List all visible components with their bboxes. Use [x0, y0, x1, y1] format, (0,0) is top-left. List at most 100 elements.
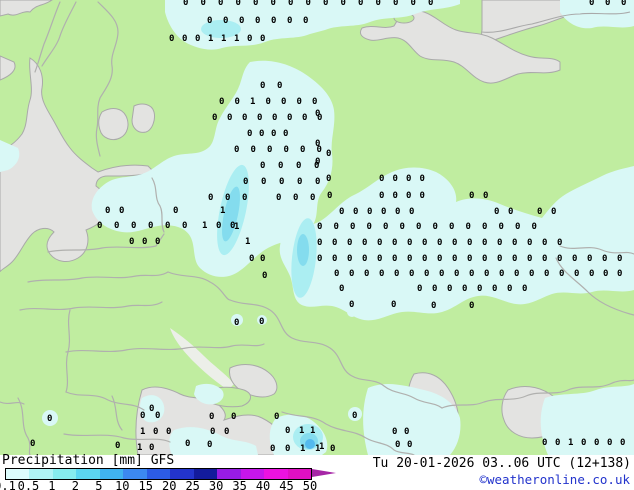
precip-value: 0	[483, 191, 489, 201]
precip-value: 1	[202, 221, 208, 231]
legend-segment-4	[76, 469, 100, 479]
precip-value: 0	[406, 174, 412, 184]
precip-value: 0	[302, 113, 308, 123]
precip-value: 0	[508, 207, 514, 217]
precip-value: 0	[223, 16, 229, 26]
precip-value: 0	[347, 254, 353, 264]
precip-value: 0	[437, 254, 443, 264]
precip-value: 0	[224, 427, 230, 437]
precip-value: 0	[234, 318, 240, 328]
legend-segment-3	[52, 469, 77, 479]
precip-value: 0	[395, 440, 401, 450]
precip-value: 0	[271, 16, 277, 26]
precip-value: 0	[393, 0, 399, 8]
precip-value: 0	[557, 238, 563, 248]
precip-value: 0	[377, 254, 383, 264]
precip-value: 0	[379, 269, 385, 279]
precip-value: 0	[467, 238, 473, 248]
legend-segment-5	[99, 469, 124, 479]
legend-tick: 35	[232, 479, 247, 490]
precip-value: 0	[469, 269, 475, 279]
legend-segment-7	[146, 469, 171, 479]
precip-value: 0	[469, 301, 475, 311]
precip-value: 0	[303, 16, 309, 26]
legend-segment-12	[264, 469, 288, 479]
precip-value: 0	[119, 206, 125, 216]
precip-value: 0	[621, 0, 627, 8]
precip-value: 0	[404, 427, 410, 437]
precip-value: 0	[30, 439, 36, 449]
precip-value: 1	[299, 426, 305, 436]
precip-value: 0	[574, 269, 580, 279]
precip-value: 0	[234, 97, 240, 107]
precip-value: 0	[422, 238, 428, 248]
precip-value: 0	[317, 222, 323, 232]
precip-value: 0	[587, 254, 593, 264]
precip-value: 0	[379, 191, 385, 201]
precip-value: 0	[253, 0, 259, 8]
precip-value: 0	[422, 254, 428, 264]
precip-value: 0	[334, 269, 340, 279]
precip-value: 0	[260, 81, 266, 91]
precip-value: 0	[255, 16, 261, 26]
precip-value: 0	[332, 238, 338, 248]
precip-value: 0	[407, 440, 413, 450]
precip-value: 0	[424, 269, 430, 279]
precip-value: 0	[465, 222, 471, 232]
copyright-link[interactable]: ©weatheronline.co.uk	[479, 472, 630, 487]
precip-value: 0	[406, 191, 412, 201]
precip-value: 0	[270, 444, 276, 454]
precip-value: 0	[153, 427, 159, 437]
precip-value: 0	[392, 191, 398, 201]
precip-value: 0	[323, 0, 329, 8]
legend-tick: 20	[161, 479, 177, 490]
precip-value: 0	[589, 269, 595, 279]
precip-value: 0	[169, 34, 175, 44]
legend-tick-labels: 0.10.5125101520253035404550	[0, 479, 340, 490]
precip-value: 0	[349, 269, 355, 279]
precip-value: 0	[467, 254, 473, 264]
legend-tick: 25	[185, 479, 200, 490]
precip-value: 0	[317, 238, 323, 248]
legend-tick: 1	[48, 479, 56, 490]
precip-value: 0	[353, 207, 359, 217]
legend-title: Precipitation [mm] GFS	[2, 453, 175, 468]
precip-value: 0	[260, 161, 266, 171]
precip-value: 0	[419, 174, 425, 184]
valid-time-label: Tu 20-01-2026 03..06 UTC (12+138)	[372, 456, 631, 471]
precip-value: 0	[607, 438, 613, 448]
precip-value: 0	[216, 221, 222, 231]
precip-value: 0	[283, 145, 289, 155]
precip-value: 0	[234, 145, 240, 155]
precip-value: 0	[265, 97, 271, 107]
precip-value: 0	[419, 191, 425, 201]
precip-value: 0	[283, 129, 289, 139]
precip-value: 0	[410, 0, 416, 8]
precip-value: 0	[557, 254, 563, 264]
precip-value: 0	[391, 300, 397, 310]
precip-value: 1	[221, 34, 227, 44]
precip-value: 0	[114, 221, 120, 231]
precip-value: 0	[395, 207, 401, 217]
precip-value: 0	[432, 222, 438, 232]
precip-value: 0	[250, 145, 256, 155]
precip-value: 0	[296, 97, 302, 107]
precip-value: 0	[602, 254, 608, 264]
precip-value: 0	[462, 284, 468, 294]
precip-value: 0	[330, 444, 336, 454]
precip-value: 1	[140, 427, 146, 437]
precip-value: 0	[620, 438, 626, 448]
precip-value: 0	[454, 269, 460, 279]
precip-value: 0	[281, 97, 287, 107]
legend-tick: 45	[279, 479, 294, 490]
precip-value: 0	[542, 254, 548, 264]
precip-value: 0	[285, 426, 291, 436]
precip-value: 0	[537, 207, 543, 217]
legend-segment-2	[29, 469, 53, 479]
precip-value: 0	[285, 444, 291, 454]
precip-value: 0	[377, 238, 383, 248]
precip-value: 0	[293, 193, 299, 203]
precip-value: 0	[482, 238, 488, 248]
precip-value: 0	[492, 284, 498, 294]
legend-segment-11	[240, 469, 265, 479]
